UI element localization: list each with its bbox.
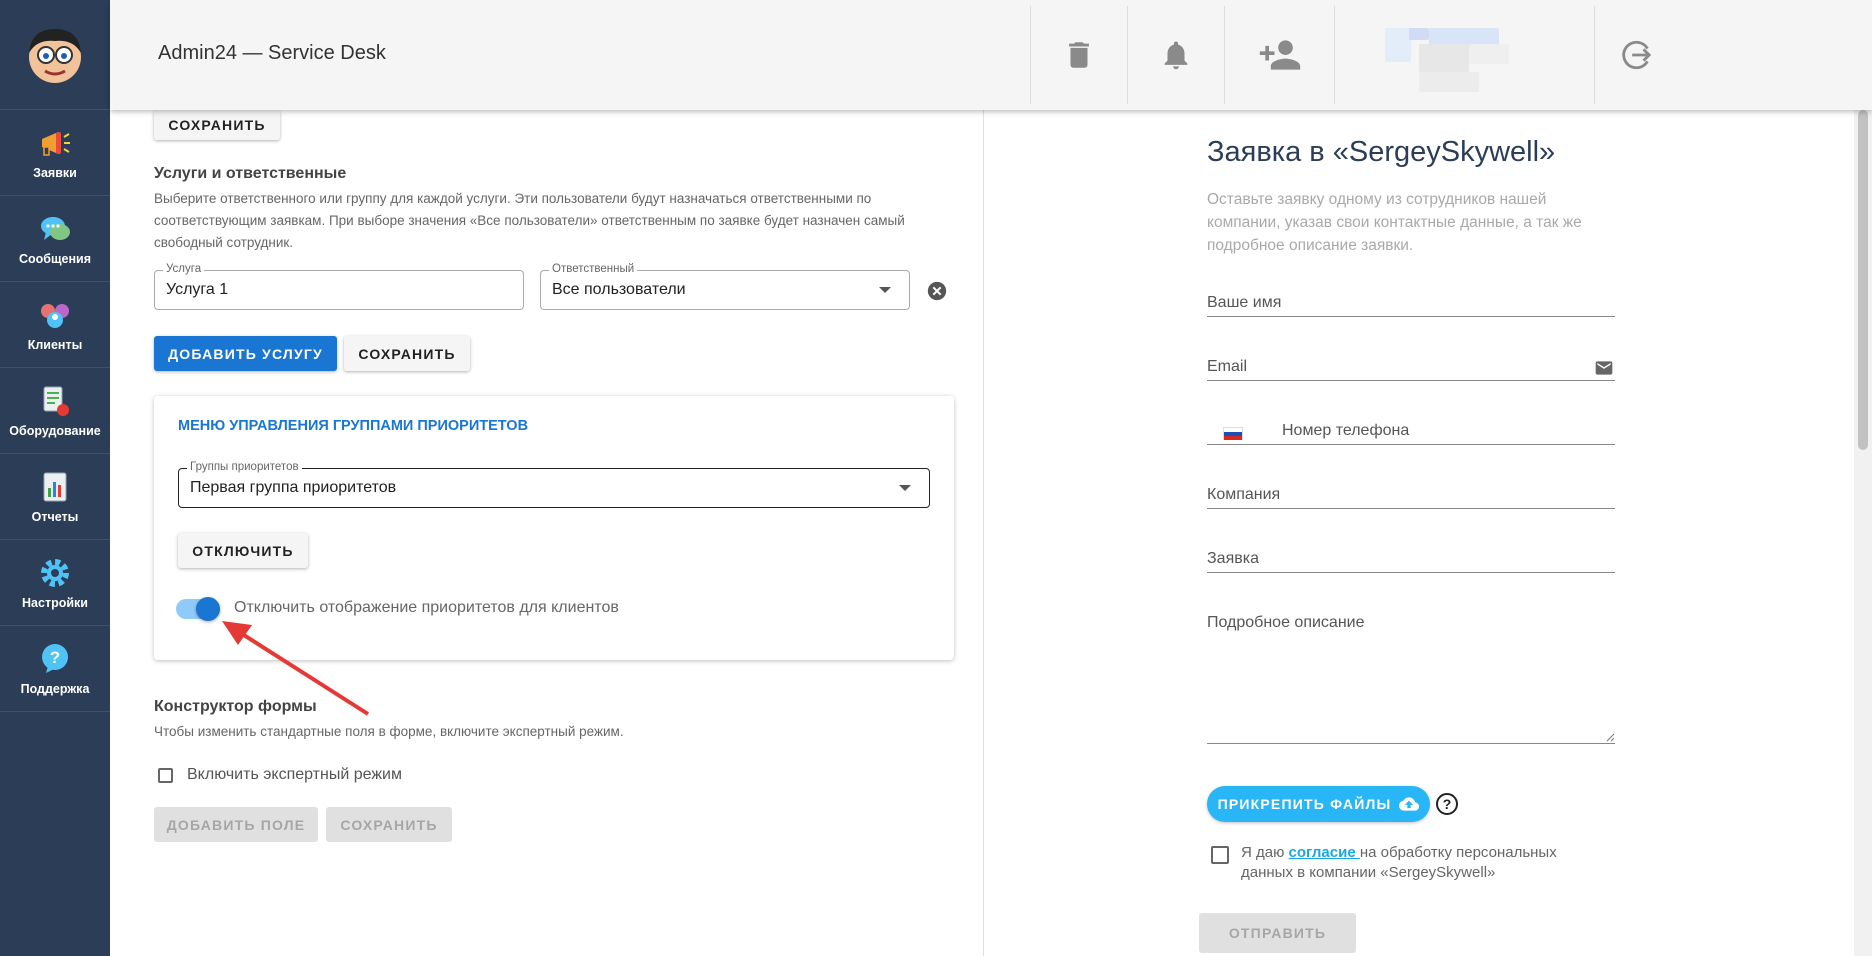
mail-icon: [1595, 361, 1613, 375]
sidebar-item-label: Заявки: [33, 165, 77, 180]
chat-bubbles-icon: [41, 216, 70, 240]
notifications-button[interactable]: [1127, 6, 1224, 104]
expert-mode-checkbox-row[interactable]: Включить экспертный режим: [158, 766, 402, 784]
service-input-value: Услуга 1: [166, 281, 229, 298]
phone-field[interactable]: Номер телефона: [1207, 422, 1615, 445]
svg-text:?: ?: [50, 648, 60, 667]
attach-files-label: ПРИКРЕПИТЬ ФАЙЛЫ: [1217, 796, 1392, 812]
sidebar-item-clients[interactable]: Клиенты: [0, 282, 110, 368]
consent-text: Я даю согласие на обработку персональных…: [1241, 843, 1611, 883]
responsible-select[interactable]: Ответственный Все пользователи: [540, 263, 910, 310]
avatar-logo-icon: [29, 28, 81, 83]
add-user-icon: [1259, 40, 1300, 70]
company-field[interactable]: Компания: [1207, 486, 1615, 509]
cloud-upload-icon: [1399, 797, 1420, 811]
phone-field-placeholder: Номер телефона: [1282, 422, 1410, 439]
megaphone-icon: [42, 131, 70, 156]
details-textarea[interactable]: Подробное описание: [1207, 614, 1615, 744]
request-field[interactable]: Заявка: [1207, 550, 1615, 573]
trash-button[interactable]: [1030, 6, 1127, 104]
sidebar-item-reports[interactable]: Отчеты: [0, 454, 110, 540]
resize-handle-icon[interactable]: [1605, 732, 1615, 742]
sidebar-item-settings[interactable]: Настройки: [0, 540, 110, 626]
disable-priority-button[interactable]: ОТКЛЮЧИТЬ: [178, 533, 308, 568]
sidebar-item-label: Клиенты: [27, 337, 83, 352]
scrollbar-thumb[interactable]: [1858, 110, 1868, 450]
form-title: Заявка в «SergeySkywell»: [1207, 136, 1556, 168]
priority-group-select[interactable]: Группы приоритетов Первая группа приорит…: [178, 461, 930, 508]
chevron-down-icon: [879, 287, 891, 293]
add-user-button[interactable]: [1224, 6, 1334, 104]
page-title: Admin24 — Service Desk: [158, 42, 386, 64]
service-input[interactable]: Услуга Услуга 1: [154, 263, 524, 310]
bell-icon: [1164, 41, 1188, 70]
priority-group-select-value: Первая группа приоритетов: [190, 479, 397, 496]
priority-group-select-label: Группы приоритетов: [187, 461, 302, 473]
email-field-placeholder: Email: [1207, 358, 1248, 375]
equipment-icon: [43, 386, 69, 416]
add-field-button[interactable]: ДОБАВИТЬ ПОЛЕ: [154, 807, 318, 842]
sidebar-item-messages[interactable]: Сообщения: [0, 196, 110, 282]
page-scrollbar[interactable]: [1854, 110, 1872, 956]
services-title: Услуги и ответственные: [154, 165, 347, 182]
add-service-button[interactable]: ДОБАВИТЬ УСЛУГУ: [154, 336, 337, 371]
sidebar-item-support[interactable]: ? Поддержка: [0, 626, 110, 712]
details-textarea-placeholder: Подробное описание: [1207, 614, 1365, 631]
user-profile[interactable]: [1334, 6, 1594, 104]
form-description: Оставьте заявку одному из сотрудников на…: [1207, 191, 1582, 254]
avatar: [1365, 10, 1565, 100]
priority-card-title: МЕНЮ УПРАВЛЕНИЯ ГРУППАМИ ПРИОРИТЕТОВ: [178, 418, 529, 434]
form-constructor-description: Чтобы изменить стандартные поля в форме,…: [154, 724, 624, 739]
sidebar-item-label: Поддержка: [20, 681, 90, 696]
app-logo[interactable]: [0, 0, 110, 110]
form-constructor-title: Конструктор формы: [154, 698, 317, 715]
remove-service-icon[interactable]: [926, 280, 948, 302]
consent-row: Я даю согласие на обработку персональных…: [1211, 843, 1611, 883]
sidebar-item-equipment[interactable]: Оборудование: [0, 368, 110, 454]
top-save-button[interactable]: СОХРАНИТЬ: [154, 110, 280, 140]
sidebar-item-label: Настройки: [22, 595, 88, 610]
logout-button[interactable]: [1594, 6, 1674, 104]
clients-icon: [41, 303, 69, 328]
expert-mode-checkbox[interactable]: [158, 767, 173, 783]
consent-link[interactable]: согласие: [1289, 844, 1360, 861]
services-save-button[interactable]: СОХРАНИТЬ: [344, 336, 470, 371]
sidebar-item-label: Оборудование: [9, 423, 101, 438]
top-header: Admin24 — Service Desk: [110, 0, 1872, 110]
responsible-select-label: Ответственный: [549, 263, 638, 275]
trash-icon: [1069, 42, 1089, 68]
gear-icon: [41, 558, 69, 587]
help-icon: ?: [42, 643, 68, 673]
responsible-select-value: Все пользователи: [552, 281, 686, 298]
service-input-label: Услуга: [163, 263, 205, 275]
name-field[interactable]: Ваше имя: [1207, 294, 1615, 317]
sidebar-item-requests[interactable]: Заявки: [0, 110, 110, 196]
chevron-down-icon: [899, 485, 911, 491]
attach-files-button[interactable]: ПРИКРЕПИТЬ ФАЙЛЫ: [1207, 786, 1430, 822]
expert-mode-label: Включить экспертный режим: [187, 766, 402, 783]
logout-icon: [1621, 40, 1651, 70]
submit-button[interactable]: ОТПРАВИТЬ: [1199, 913, 1356, 953]
panel-divider: [983, 110, 984, 956]
constructor-save-button[interactable]: СОХРАНИТЬ: [326, 807, 452, 842]
help-question-icon[interactable]: ?: [1435, 792, 1459, 816]
sidebar: Заявки Сообщения Клиенты Оборудование От…: [0, 0, 110, 956]
services-description: Выберите ответственного или группу для к…: [154, 191, 905, 250]
email-field[interactable]: Email: [1207, 358, 1615, 381]
russia-flag-icon[interactable]: [1223, 427, 1243, 440]
sidebar-item-label: Отчеты: [31, 509, 79, 524]
sidebar-item-label: Сообщения: [18, 251, 92, 266]
consent-prefix: Я даю: [1241, 844, 1289, 861]
svg-text:?: ?: [1443, 796, 1452, 812]
consent-checkbox[interactable]: [1211, 846, 1229, 864]
reports-icon: [43, 472, 67, 501]
